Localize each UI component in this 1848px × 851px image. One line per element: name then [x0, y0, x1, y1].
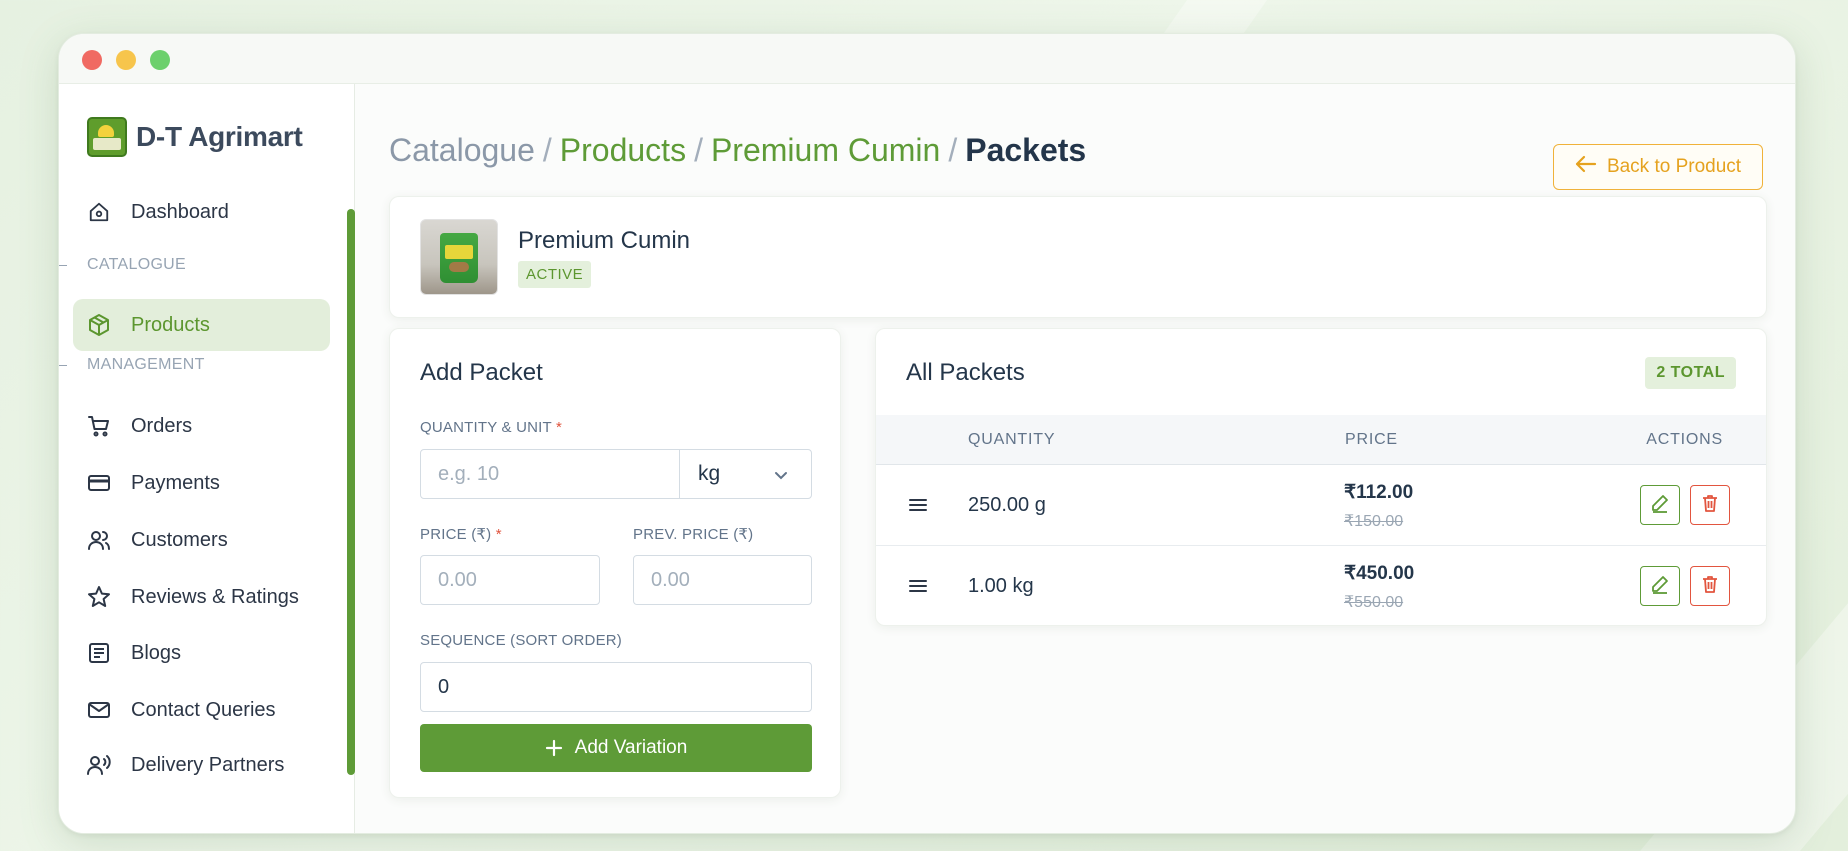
breadcrumb-catalogue[interactable]: Catalogue: [389, 132, 535, 168]
packet-prev-price: ₹550.00: [1344, 594, 1404, 611]
pencil-icon: [1650, 574, 1670, 599]
unit-select-value: kg: [698, 462, 721, 485]
home-icon: [87, 200, 111, 224]
edit-packet-button[interactable]: [1640, 566, 1680, 606]
unit-select[interactable]: kg: [679, 449, 812, 499]
breadcrumb: Catalogue / Products / Premium Cumin / Packets: [389, 132, 1087, 168]
brand-logo-icon: [87, 117, 127, 157]
cart-icon: [87, 414, 111, 438]
quantity-input[interactable]: e.g. 10: [420, 449, 680, 499]
trash-icon: [1700, 574, 1720, 599]
sidebar-item-payments[interactable]: Payments: [73, 457, 330, 509]
sequence-label: SEQUENCE (SORT ORDER): [420, 632, 623, 649]
sidebar-item-delivery-partners[interactable]: Delivery Partners: [73, 739, 330, 791]
sidebar-item-customers[interactable]: Customers: [73, 514, 330, 566]
sidebar-item-label: Orders: [131, 414, 193, 437]
product-name: Premium Cumin: [518, 227, 691, 254]
drag-handle-icon[interactable]: [908, 576, 928, 596]
section-label-management: MANAGEMENT: [59, 356, 205, 373]
delivery-icon: [87, 753, 111, 777]
maximize-window-button[interactable]: [150, 50, 170, 70]
drag-handle-icon[interactable]: [908, 495, 928, 515]
add-variation-button[interactable]: Add Variation: [420, 724, 812, 772]
sequence-input[interactable]: 0: [420, 662, 812, 712]
price-input[interactable]: 0.00: [420, 555, 600, 605]
main-content: Catalogue / Products / Premium Cumin / Packets…: [355, 84, 1795, 833]
sidebar-item-label: Dashboard: [131, 200, 229, 223]
quantity-label: QUANTITY & UNIT *: [420, 419, 563, 436]
sidebar-item-products[interactable]: Products: [73, 299, 330, 351]
minimize-window-button[interactable]: [116, 50, 136, 70]
price-label: PRICE (₹) *: [420, 526, 502, 543]
column-actions: ACTIONS: [1646, 431, 1723, 448]
close-window-button[interactable]: [82, 50, 102, 70]
prev-price-label: PREV. PRICE (₹): [633, 526, 754, 543]
packets-title: All Packets: [906, 359, 1025, 386]
column-price: PRICE: [1345, 431, 1398, 448]
packet-quantity: 250.00 g: [968, 494, 1046, 516]
sidebar-item-label: Delivery Partners: [131, 753, 285, 776]
add-packet-form: Add Packet QUANTITY & UNIT * e.g. 10 kg …: [389, 328, 841, 798]
sidebar: D-T Agrimart Dashboard CATALOGUE Product…: [59, 84, 355, 833]
mail-icon: [87, 698, 111, 722]
brand[interactable]: D-T Agrimart: [87, 117, 303, 157]
delete-packet-button[interactable]: [1690, 485, 1730, 525]
document-icon: [87, 641, 111, 665]
add-variation-label: Add Variation: [574, 737, 688, 758]
packets-list-card: All Packets 2 TOTAL QUANTITY PRICE ACTIO…: [875, 328, 1767, 626]
delete-packet-button[interactable]: [1690, 566, 1730, 606]
packet-price: ₹112.00: [1344, 482, 1414, 503]
sidebar-item-label: Customers: [131, 528, 228, 551]
back-to-product-button[interactable]: Back to Product: [1553, 144, 1763, 190]
back-button-label: Back to Product: [1606, 156, 1742, 177]
table-row: 1.00 kg ₹450.00 ₹550.00: [876, 546, 1766, 627]
product-summary-card: Premium Cumin ACTIVE: [389, 196, 1767, 318]
sidebar-item-contact-queries[interactable]: Contact Queries: [73, 684, 330, 736]
sidebar-item-dashboard[interactable]: Dashboard: [73, 186, 330, 238]
table-header: QUANTITY PRICE ACTIONS: [876, 415, 1766, 465]
app-window: D-T Agrimart Dashboard CATALOGUE Product…: [58, 33, 1796, 834]
sidebar-scrollbar[interactable]: [347, 209, 355, 775]
card-icon: [87, 471, 111, 495]
breadcrumb-products[interactable]: Products: [560, 132, 686, 168]
form-title: Add Packet: [420, 359, 543, 386]
star-icon: [87, 585, 111, 609]
breadcrumb-product[interactable]: Premium Cumin: [711, 132, 940, 168]
sidebar-item-label: Contact Queries: [131, 698, 276, 721]
prev-price-input[interactable]: 0.00: [633, 555, 812, 605]
product-thumbnail: [420, 219, 498, 295]
edit-packet-button[interactable]: [1640, 485, 1680, 525]
column-quantity: QUANTITY: [968, 431, 1056, 448]
section-label-catalogue: CATALOGUE: [59, 256, 187, 273]
pencil-icon: [1650, 493, 1670, 518]
brand-name: D-T Agrimart: [136, 121, 303, 152]
packet-prev-price: ₹150.00: [1344, 513, 1404, 530]
sidebar-item-orders[interactable]: Orders: [73, 400, 330, 452]
total-count-badge: 2 TOTAL: [1645, 357, 1736, 389]
trash-icon: [1700, 493, 1720, 518]
users-icon: [87, 528, 111, 552]
sidebar-item-label: Blogs: [131, 641, 182, 664]
window-titlebar: [59, 34, 1795, 84]
arrow-left-icon: [1575, 155, 1597, 179]
table-row: 250.00 g ₹112.00 ₹150.00: [876, 465, 1766, 546]
package-icon: [87, 313, 111, 337]
status-badge: ACTIVE: [518, 261, 592, 288]
packet-price: ₹450.00: [1344, 563, 1415, 584]
plus-icon: [545, 738, 563, 758]
page-title: Packets: [965, 132, 1087, 168]
sidebar-item-label: Products: [131, 313, 210, 336]
sidebar-item-label: Payments: [131, 471, 220, 494]
sidebar-item-blogs[interactable]: Blogs: [73, 627, 330, 679]
sidebar-item-label: Reviews & Ratings: [131, 585, 299, 608]
chevron-down-icon: [773, 465, 789, 489]
packet-quantity: 1.00 kg: [968, 575, 1034, 597]
sidebar-item-reviews[interactable]: Reviews & Ratings: [73, 571, 330, 623]
